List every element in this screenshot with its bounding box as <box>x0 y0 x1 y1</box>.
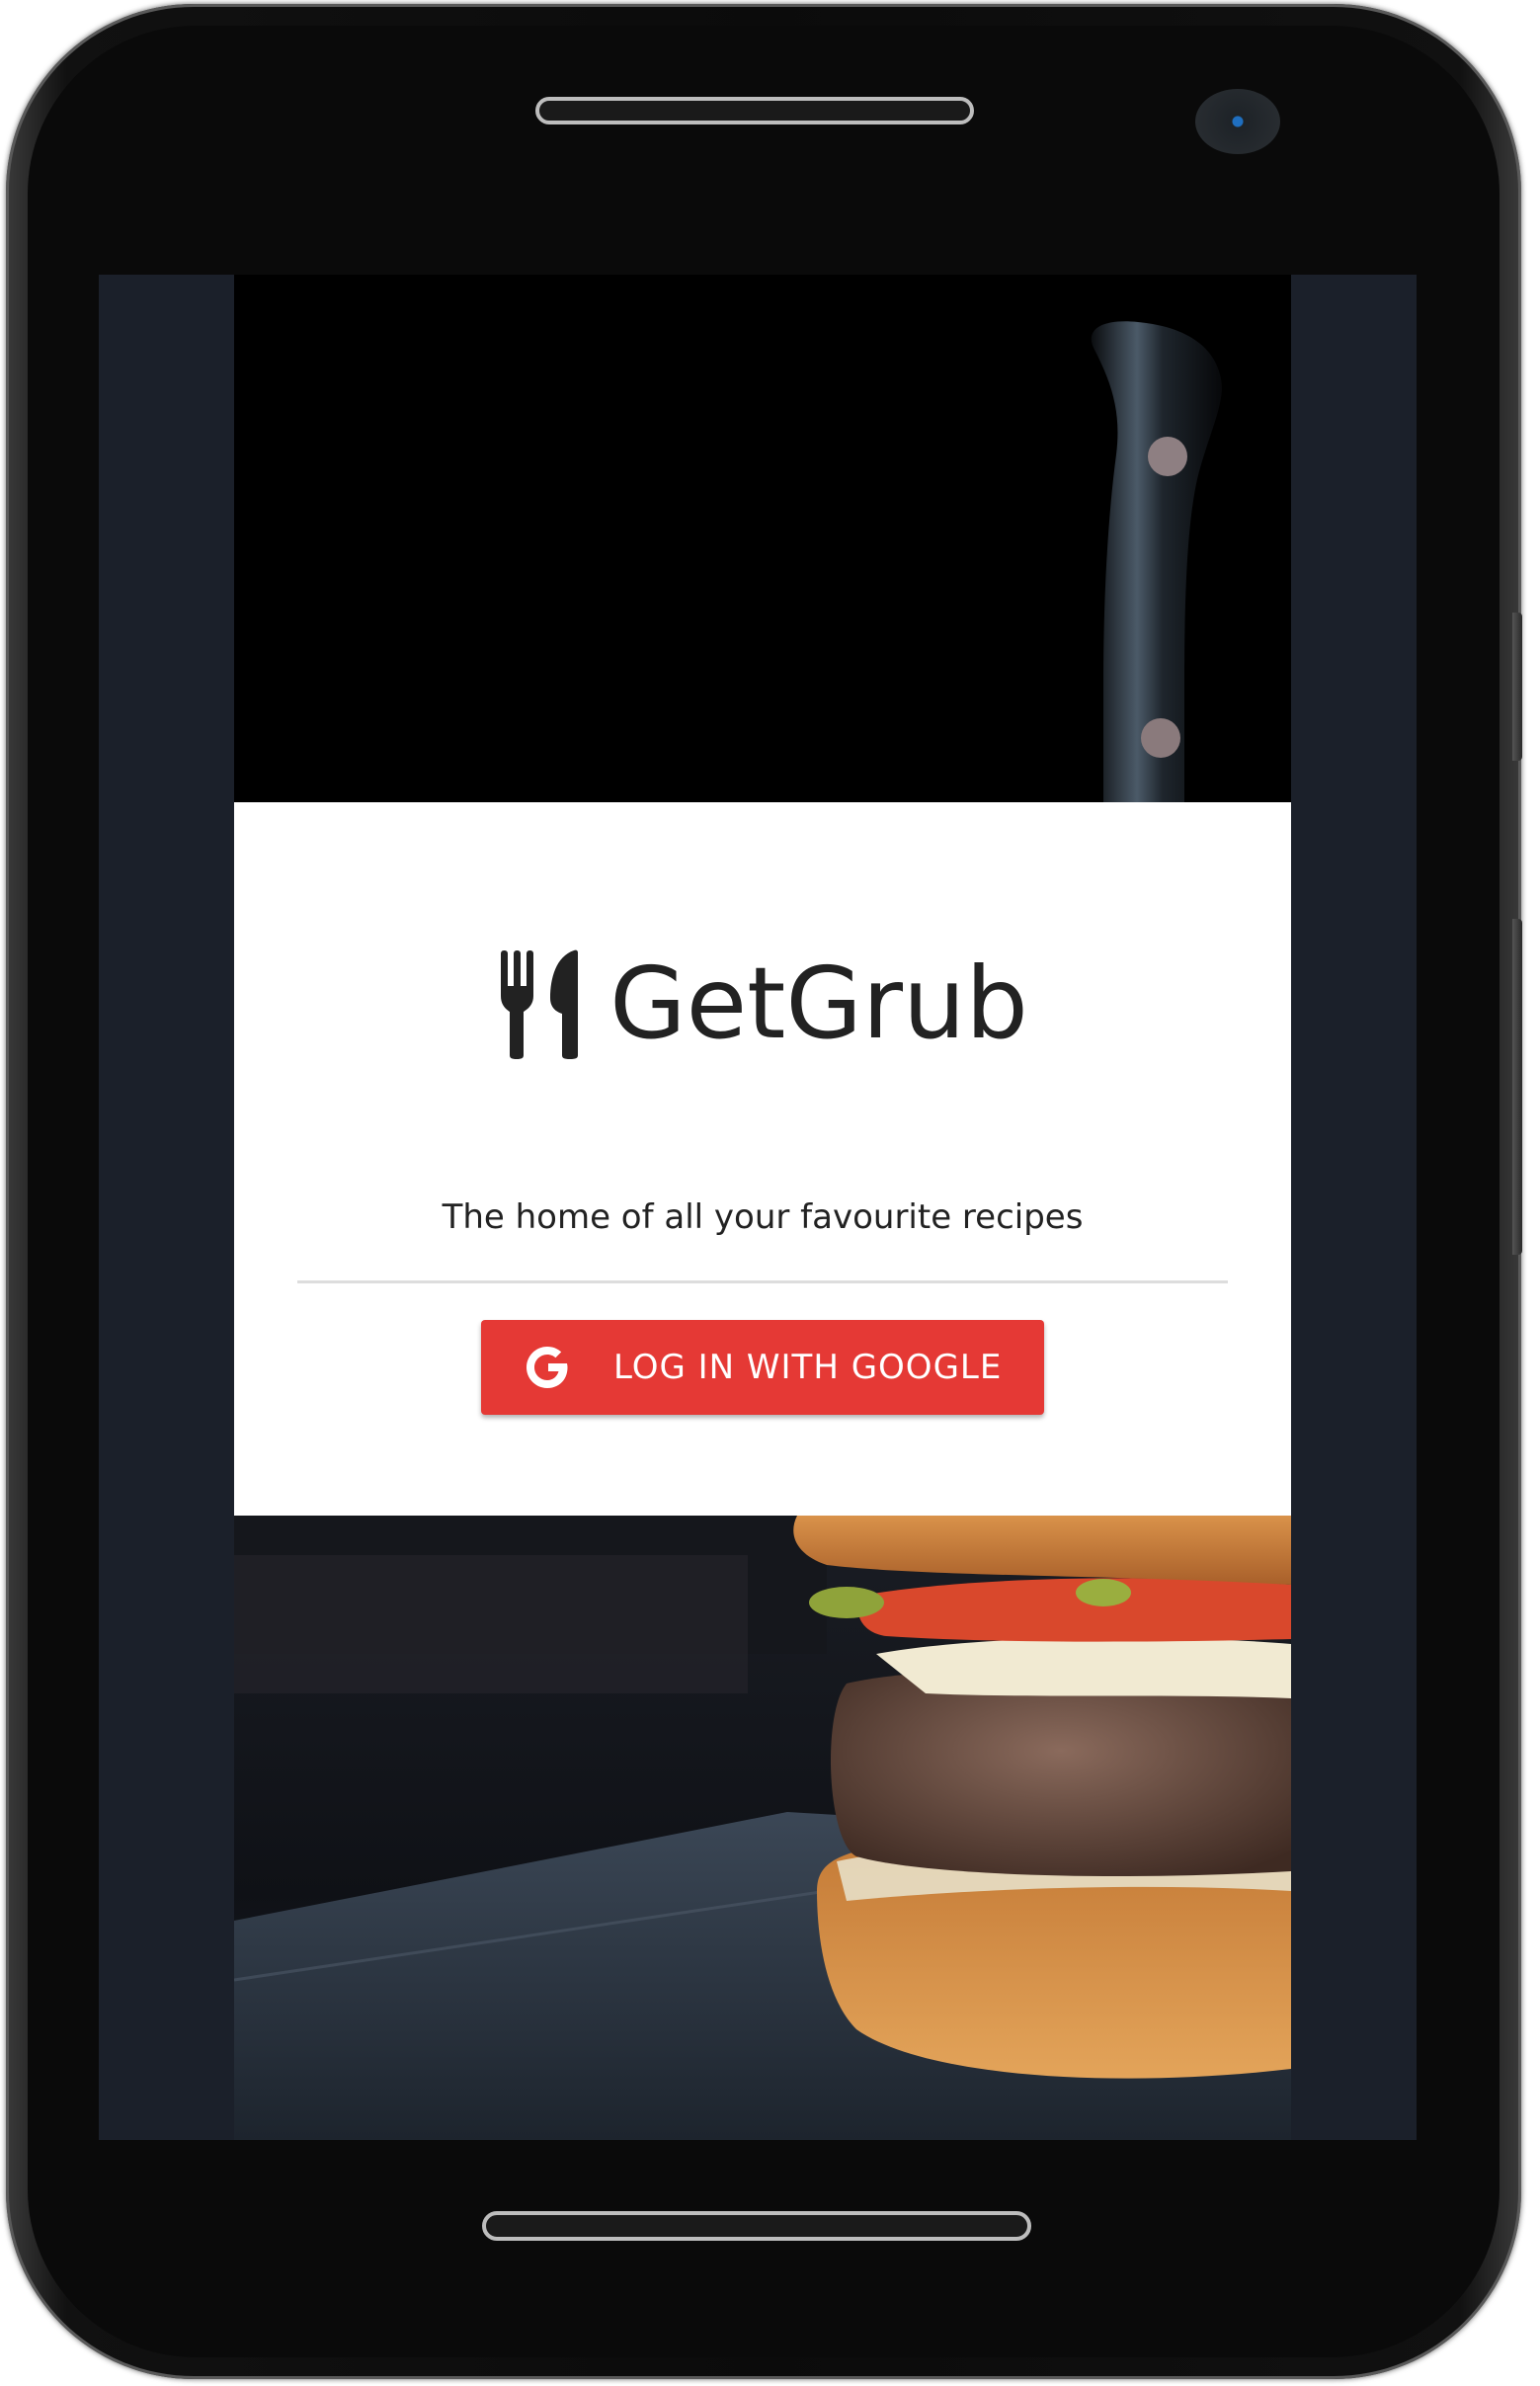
google-g-icon <box>527 1347 568 1388</box>
bottom-speaker <box>482 2211 1031 2241</box>
google-login-button[interactable]: LOG IN WITH GOOGLE <box>481 1320 1044 1415</box>
power-button <box>1512 919 1522 1255</box>
knife-photo <box>234 275 1291 802</box>
front-camera <box>1195 89 1280 154</box>
divider <box>297 1280 1228 1283</box>
app-name: GetGrub <box>609 946 1028 1061</box>
app-tagline: The home of all your favourite recipes <box>442 1197 1084 1237</box>
app-view: GetGrub The home of all your favourite r… <box>234 275 1291 2140</box>
burger-photo <box>234 1516 1291 2140</box>
burger-illustration <box>234 1516 1291 2140</box>
volume-button <box>1512 613 1522 761</box>
knife-illustration <box>1091 321 1222 802</box>
fork-knife-icon <box>501 949 579 1059</box>
device-screen: GetGrub The home of all your favourite r… <box>99 275 1417 2140</box>
brand-logo: GetGrub <box>234 948 1291 1059</box>
earpiece-speaker <box>535 97 974 124</box>
google-login-label: LOG IN WITH GOOGLE <box>613 1348 1003 1387</box>
login-card: GetGrub The home of all your favourite r… <box>234 802 1291 1516</box>
